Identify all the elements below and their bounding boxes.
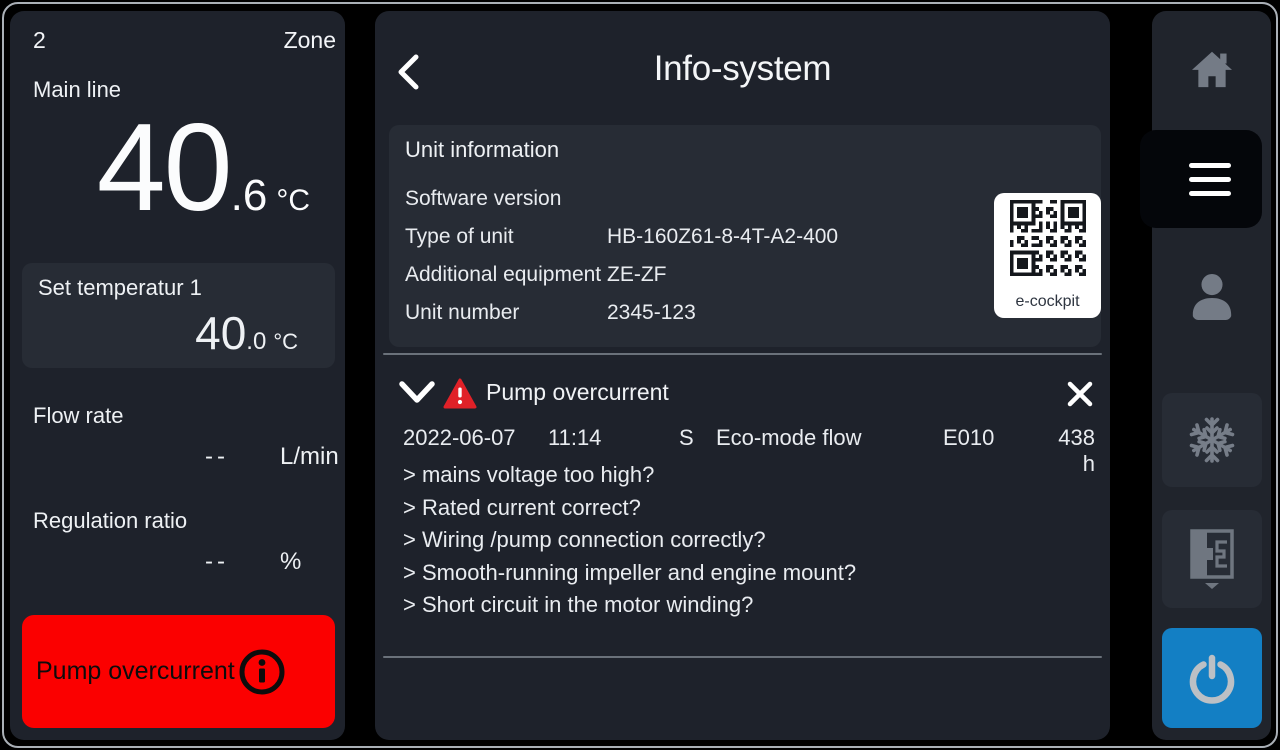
info-row-value: 2345-123 [607, 301, 696, 325]
user-icon [1189, 272, 1235, 322]
alarm-banner[interactable]: Pump overcurrent [22, 615, 335, 728]
page-title: Info-system [375, 49, 1110, 89]
power-icon [1185, 651, 1239, 705]
mold-module-icon [1186, 527, 1238, 591]
zone-number: 2 [33, 27, 46, 54]
alarm-title: Pump overcurrent [486, 379, 669, 406]
alarm-error-code: E010 [943, 425, 1053, 477]
menu-icon [1189, 163, 1231, 168]
set-temp-integer: 40 [195, 310, 246, 356]
zone-header: 2 Zone [33, 27, 336, 54]
regulation-ratio-value: -- [205, 548, 229, 576]
alarm-checklist: > mains voltage too high? > Rated curren… [403, 459, 856, 622]
set-temp-decimal: .0 [246, 328, 266, 356]
navigation-sidebar [1152, 11, 1271, 740]
checklist-item: > Short circuit in the motor winding? [403, 589, 856, 622]
info-system-panel: Info-system Unit information Software ve… [375, 11, 1110, 740]
e-cockpit-qr-card: e-cockpit [994, 193, 1101, 318]
checklist-item: > Wiring /pump connection correctly? [403, 524, 856, 557]
qr-code [1010, 200, 1086, 276]
info-row-value: HB-160Z61-8-4T-A2-400 [607, 225, 838, 249]
zone-status-panel: 2 Zone Main line 40 .6 °C Set temperatur… [10, 11, 345, 740]
close-icon[interactable] [1066, 380, 1094, 408]
qr-label: e-cockpit [994, 293, 1101, 311]
flow-rate-value: -- [205, 443, 229, 471]
info-row-label: Unit number [405, 301, 519, 325]
warning-triangle-icon [443, 378, 477, 410]
checklist-item: > Smooth-running impeller and engine mou… [403, 557, 856, 590]
zone-label: Zone [284, 27, 336, 54]
home-button[interactable] [1152, 11, 1271, 127]
user-button[interactable] [1152, 239, 1271, 355]
info-row-label: Type of unit [405, 225, 514, 249]
mold-module-button[interactable] [1162, 510, 1262, 608]
info-icon [237, 647, 287, 697]
info-row-label: Additional equipment [405, 263, 601, 287]
divider [383, 656, 1102, 658]
set-temp-unit: °C [273, 329, 298, 355]
checklist-item: > mains voltage too high? [403, 459, 856, 492]
set-temperature-value: 40 .0 °C [195, 310, 298, 356]
divider [383, 353, 1102, 355]
regulation-ratio-label: Regulation ratio [33, 508, 187, 534]
cooling-button[interactable] [1162, 393, 1262, 487]
temperature-unit: °C [276, 184, 310, 218]
temperature-decimal: .6 [231, 171, 268, 221]
alarm-detail-header: Pump overcurrent [375, 375, 1110, 415]
info-row-value: ZE-ZF [607, 263, 666, 287]
alarm-banner-label: Pump overcurrent [36, 657, 235, 686]
flow-rate-unit: L/min [280, 443, 339, 471]
snowflake-icon [1186, 414, 1238, 466]
home-icon [1190, 49, 1234, 89]
unit-information-title: Unit information [405, 137, 559, 163]
power-button[interactable] [1162, 628, 1262, 728]
set-temperature-card[interactable]: Set temperatur 1 40 .0 °C [22, 263, 335, 368]
info-row-label: Software version [405, 187, 561, 211]
regulation-ratio-unit: % [280, 548, 301, 576]
alarm-operating-hours: 438 h [1053, 425, 1095, 477]
chevron-down-icon[interactable] [399, 381, 435, 405]
temperature-integer: 40 [97, 111, 231, 225]
set-temperature-label: Set temperatur 1 [38, 275, 202, 301]
checklist-item: > Rated current correct? [403, 492, 856, 525]
main-line-temperature: 40 .6 °C [97, 111, 310, 225]
flow-rate-label: Flow rate [33, 403, 123, 429]
menu-button-active[interactable] [1140, 130, 1262, 228]
unit-information-card: Unit information Software version Type o… [389, 125, 1101, 347]
